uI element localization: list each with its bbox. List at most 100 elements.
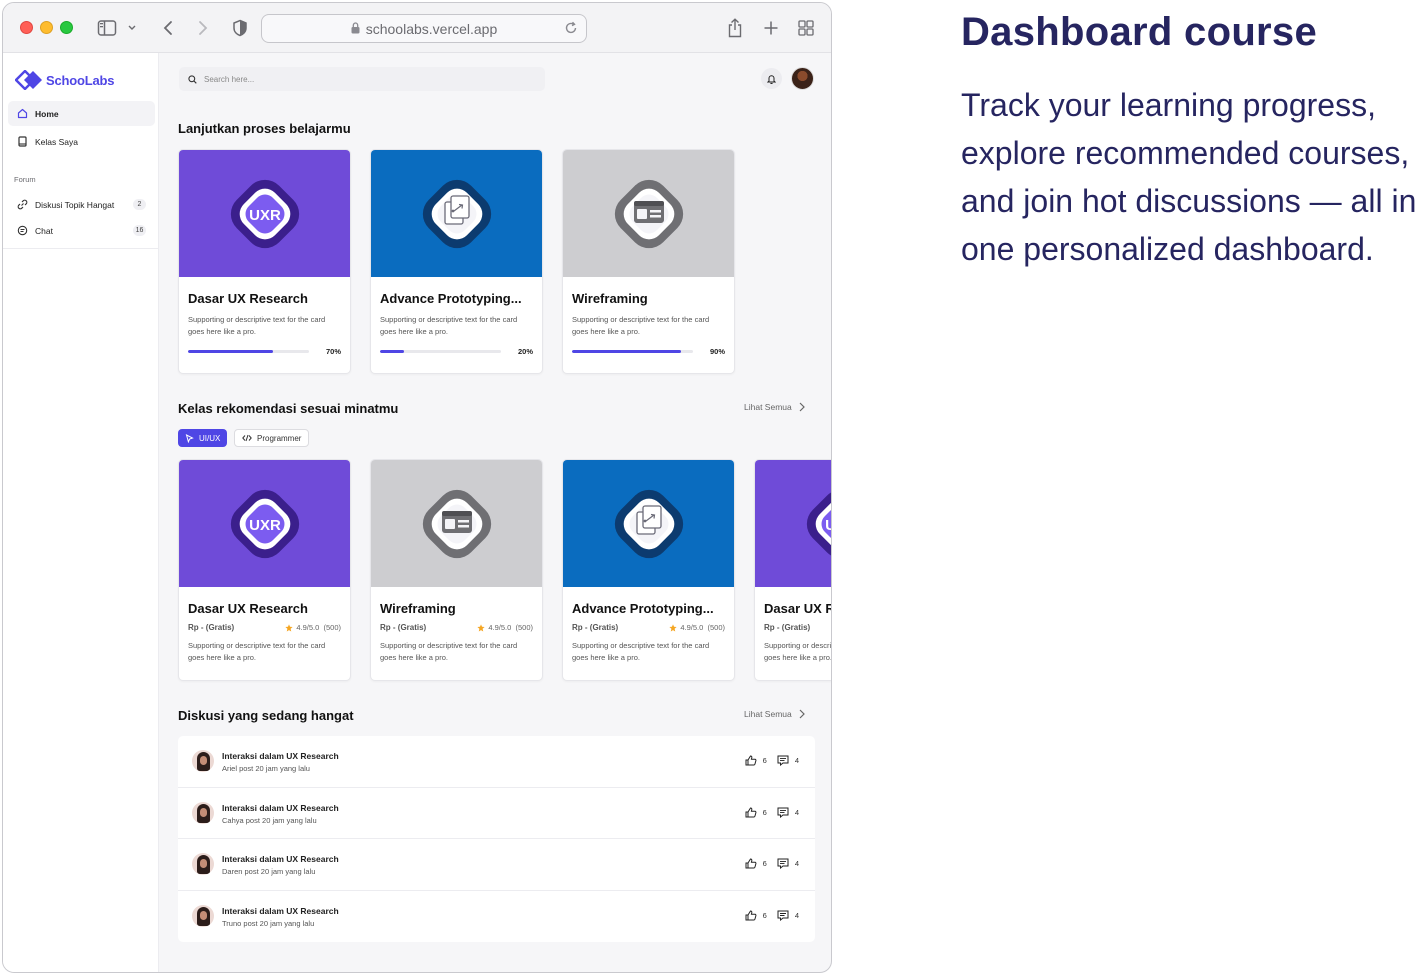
tab-overview-button[interactable] <box>797 17 815 39</box>
course-thumbnail: UXR <box>755 460 831 587</box>
rating-value: 4.9/5.0 <box>296 623 320 632</box>
course-price: Rp - (Gratis) <box>572 623 619 632</box>
hero-title: Dashboard course <box>961 10 1318 54</box>
avatar <box>192 853 214 875</box>
comment-count: 4 <box>794 859 799 868</box>
address-bar[interactable]: schoolabs.vercel.app <box>261 14 587 43</box>
course-price: Rp - (Gratis) <box>764 623 811 632</box>
sidebar-icon <box>97 20 136 36</box>
recommend-see-all-link[interactable]: Lihat Semua <box>744 402 805 412</box>
back-button[interactable] <box>160 17 176 39</box>
svg-text:UXR: UXR <box>249 517 281 534</box>
user-avatar[interactable] <box>791 67 814 90</box>
search-input[interactable]: Search here... <box>179 67 545 91</box>
course-progress: 20% <box>380 347 533 356</box>
book-icon <box>17 136 28 147</box>
course-thumbnail <box>371 460 542 587</box>
course-card[interactable]: Wireframing Rp - (Gratis) 4.9/5.0 (500) Sup… <box>370 459 543 681</box>
rating-count: (500) <box>515 623 533 632</box>
see-all-label: Lihat Semua <box>744 709 792 719</box>
sidebar-toggle-button[interactable] <box>97 17 137 39</box>
comment-icon[interactable] <box>777 858 789 869</box>
course-card-body: Dasar UX Research Rp - (Gratis) 4.9/5.0 (5… <box>179 587 350 664</box>
sidebar-item-home[interactable]: Home <box>8 101 155 126</box>
logo[interactable]: SchooLabs <box>15 70 114 90</box>
progress-track <box>380 349 501 353</box>
forum-section-label: Forum <box>14 175 36 184</box>
like-count: 6 <box>762 859 767 868</box>
sidebar: SchooLabs Home Kelas Saya Forum Diskusi … <box>3 53 159 972</box>
course-thumbnail-icon: UXR <box>230 179 299 248</box>
minimize-window-button[interactable] <box>40 21 53 34</box>
course-thumbnail-icon <box>614 179 683 248</box>
comment-icon[interactable] <box>777 755 789 766</box>
chip-ui-ux[interactable]: UI/UX <box>178 429 228 447</box>
forward-button[interactable] <box>195 17 211 39</box>
discussion-item[interactable]: Interaksi dalam UX Research Daren post 20… <box>178 839 815 891</box>
course-title: Advance Prototyping... <box>572 601 714 616</box>
thumbs-up-icon[interactable] <box>745 806 757 818</box>
lock-icon <box>351 21 360 37</box>
chevron-right-icon <box>799 402 805 412</box>
avatar <box>192 750 214 772</box>
sidebar-item-kelas-saya[interactable]: Kelas Saya <box>8 129 155 154</box>
main-content: Search here... Lanjutkan proses belajarm… <box>159 53 831 972</box>
chevron-right-icon <box>199 21 208 35</box>
course-description: Supporting or descriptive text for the c… <box>188 641 326 662</box>
link-icon <box>17 199 28 210</box>
course-progress: 70% <box>188 347 341 356</box>
course-card[interactable]: Wireframing Supporting or descriptive tex… <box>562 149 735 374</box>
course-description: Supporting or descriptive text for the c… <box>572 315 710 336</box>
chip-programmer[interactable]: Programmer <box>234 429 310 447</box>
course-thumbnail: UXR <box>179 150 350 277</box>
privacy-shield-button[interactable] <box>231 17 249 39</box>
sidebar-divider <box>3 248 158 249</box>
close-window-button[interactable] <box>20 21 33 34</box>
cursor-icon <box>185 433 194 443</box>
browser-window: schoolabs.vercel.app SchooLabs Home Kela… <box>2 2 832 973</box>
discussion-item[interactable]: Interaksi dalam UX Research Cahya post 20… <box>178 788 815 839</box>
thumbs-up-icon[interactable] <box>745 858 757 869</box>
discussion-see-all-link[interactable]: Lihat Semua <box>744 709 805 719</box>
home-icon <box>17 108 28 119</box>
shield-icon <box>233 19 247 37</box>
course-card[interactable]: UXR Dasar UX Research Supporting or descri… <box>178 149 351 374</box>
price-rating-row: Rp - (Gratis) 4.9/5.0 (500) <box>572 623 725 632</box>
sidebar-item-label: Home <box>35 108 59 119</box>
course-thumbnail <box>563 150 734 277</box>
browser-titlebar: schoolabs.vercel.app <box>3 3 831 53</box>
course-progress: 90% <box>572 347 725 356</box>
share-button[interactable] <box>725 17 745 39</box>
search-placeholder: Search here... <box>204 74 255 84</box>
like-count: 6 <box>762 807 767 817</box>
hero-description: Track your learning progress, explore re… <box>961 87 1417 267</box>
course-rating: 4.9/5.0 (500) <box>669 623 725 632</box>
star-icon <box>477 623 485 632</box>
course-card[interactable]: Advance Prototyping... Rp - (Gratis) 4.9/5… <box>562 459 735 681</box>
course-title: Dasar UX Research <box>764 601 831 616</box>
discussion-item[interactable]: Interaksi dalam UX Research Truno post 20… <box>178 891 815 943</box>
comment-icon[interactable] <box>777 910 789 921</box>
see-all-label: Lihat Semua <box>744 402 792 412</box>
zoom-window-button[interactable] <box>60 21 73 34</box>
course-title: Advance Prototyping... <box>380 291 522 306</box>
sidebar-item-chat[interactable]: Chat 16 <box>8 218 155 243</box>
course-card[interactable]: UXRDasar UX ResearchRp - (Gratis)4.9/5.0… <box>754 459 831 681</box>
course-card[interactable]: UXR Dasar UX ResearchRp - (Gratis)4.9/5.0… <box>178 459 351 681</box>
discussion-item[interactable]: Interaksi dalam UX Research Ariel post 20… <box>178 736 815 788</box>
chip-label: UI/UX <box>199 433 221 443</box>
address-url: schoolabs.vercel.app <box>365 20 498 37</box>
course-rating: 4.9/5.0 (500) <box>477 623 533 632</box>
thumbs-up-icon[interactable] <box>745 755 757 766</box>
course-card[interactable]: Advance Prototyping... Supporting or desc… <box>370 149 543 374</box>
sidebar-item-diskusi[interactable]: Diskusi Topik Hangat 2 <box>8 192 155 217</box>
continue-section-title: Lanjutkan proses belajarmu <box>178 121 351 136</box>
notification-button[interactable] <box>761 68 782 89</box>
reload-icon[interactable] <box>564 21 578 38</box>
comment-count: 4 <box>794 807 799 817</box>
thumbs-up-icon[interactable] <box>745 909 757 921</box>
course-thumbnail <box>371 150 542 277</box>
comment-icon[interactable] <box>777 807 789 818</box>
course-thumbnail: UXR <box>179 460 350 587</box>
new-tab-button[interactable] <box>762 17 780 39</box>
